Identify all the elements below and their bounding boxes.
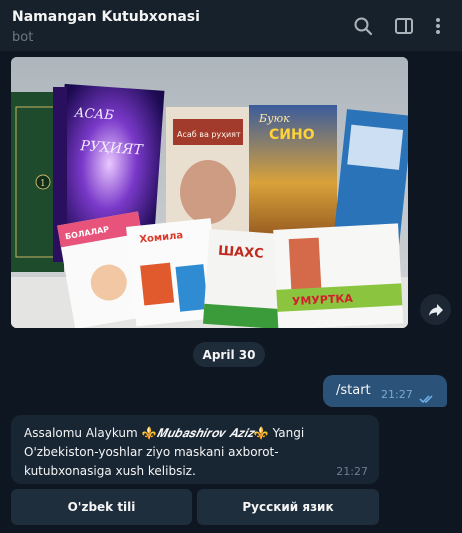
books-photo-image: 1 АСАБ РУҲИЯТ Асаб ва руҳият Буюк СИНО Б… bbox=[11, 57, 408, 328]
message-text: Assalomu Alaykum ⚜️𝑴𝒖𝒃𝒂𝒔𝒉𝒊𝒓𝒐𝒗 𝑨𝒛𝒊𝒛⚜️ Yan… bbox=[24, 424, 324, 481]
outgoing-message[interactable]: /start 21:27 bbox=[323, 375, 447, 407]
svg-text:ШАХС: ШАХС bbox=[218, 244, 265, 262]
forward-icon bbox=[428, 303, 443, 316]
fleur-de-lis-emoji: ⚜️ bbox=[253, 426, 269, 440]
chat-status: bot bbox=[12, 30, 34, 45]
keyboard-button-russian[interactable]: Русский язик bbox=[197, 489, 379, 525]
incoming-message[interactable]: Assalomu Alaykum ⚜️𝑴𝒖𝒃𝒂𝒔𝒉𝒊𝒓𝒐𝒗 𝑨𝒛𝒊𝒛⚜️ Yan… bbox=[11, 415, 379, 484]
svg-text:1: 1 bbox=[40, 179, 46, 189]
svg-text:Буюк: Буюк bbox=[258, 112, 290, 125]
svg-text:АСАБ: АСАБ bbox=[73, 106, 115, 124]
sidebar-toggle-icon[interactable] bbox=[394, 16, 414, 36]
read-receipt-icon bbox=[419, 389, 437, 408]
keyboard-button-uzbek[interactable]: O'zbek tili bbox=[11, 489, 192, 525]
more-vertical-icon[interactable] bbox=[428, 16, 448, 36]
message-time: 21:27 bbox=[381, 388, 413, 401]
message-time: 21:27 bbox=[336, 465, 368, 478]
chat-header[interactable]: Namangan Kutubxonasi bot bbox=[0, 0, 462, 52]
forward-button[interactable] bbox=[420, 294, 451, 325]
user-name: 𝑴𝒖𝒃𝒂𝒔𝒉𝒊𝒓𝒐𝒗 𝑨𝒛𝒊𝒛 bbox=[156, 426, 254, 440]
svg-text:Асаб ва руҳият: Асаб ва руҳият bbox=[177, 130, 241, 139]
welcome-text-start: Assalomu Alaykum bbox=[24, 426, 142, 440]
svg-text:СИНО: СИНО bbox=[269, 127, 315, 143]
fleur-de-lis-emoji: ⚜️ bbox=[141, 426, 157, 440]
date-separator: April 30 bbox=[193, 342, 265, 367]
chat-title[interactable]: Namangan Kutubxonasi bbox=[12, 9, 200, 25]
search-icon[interactable] bbox=[353, 16, 373, 36]
message-text: /start bbox=[336, 383, 371, 398]
message-photo[interactable]: 1 АСАБ РУҲИЯТ Асаб ва руҳият Буюк СИНО Б… bbox=[11, 57, 408, 328]
